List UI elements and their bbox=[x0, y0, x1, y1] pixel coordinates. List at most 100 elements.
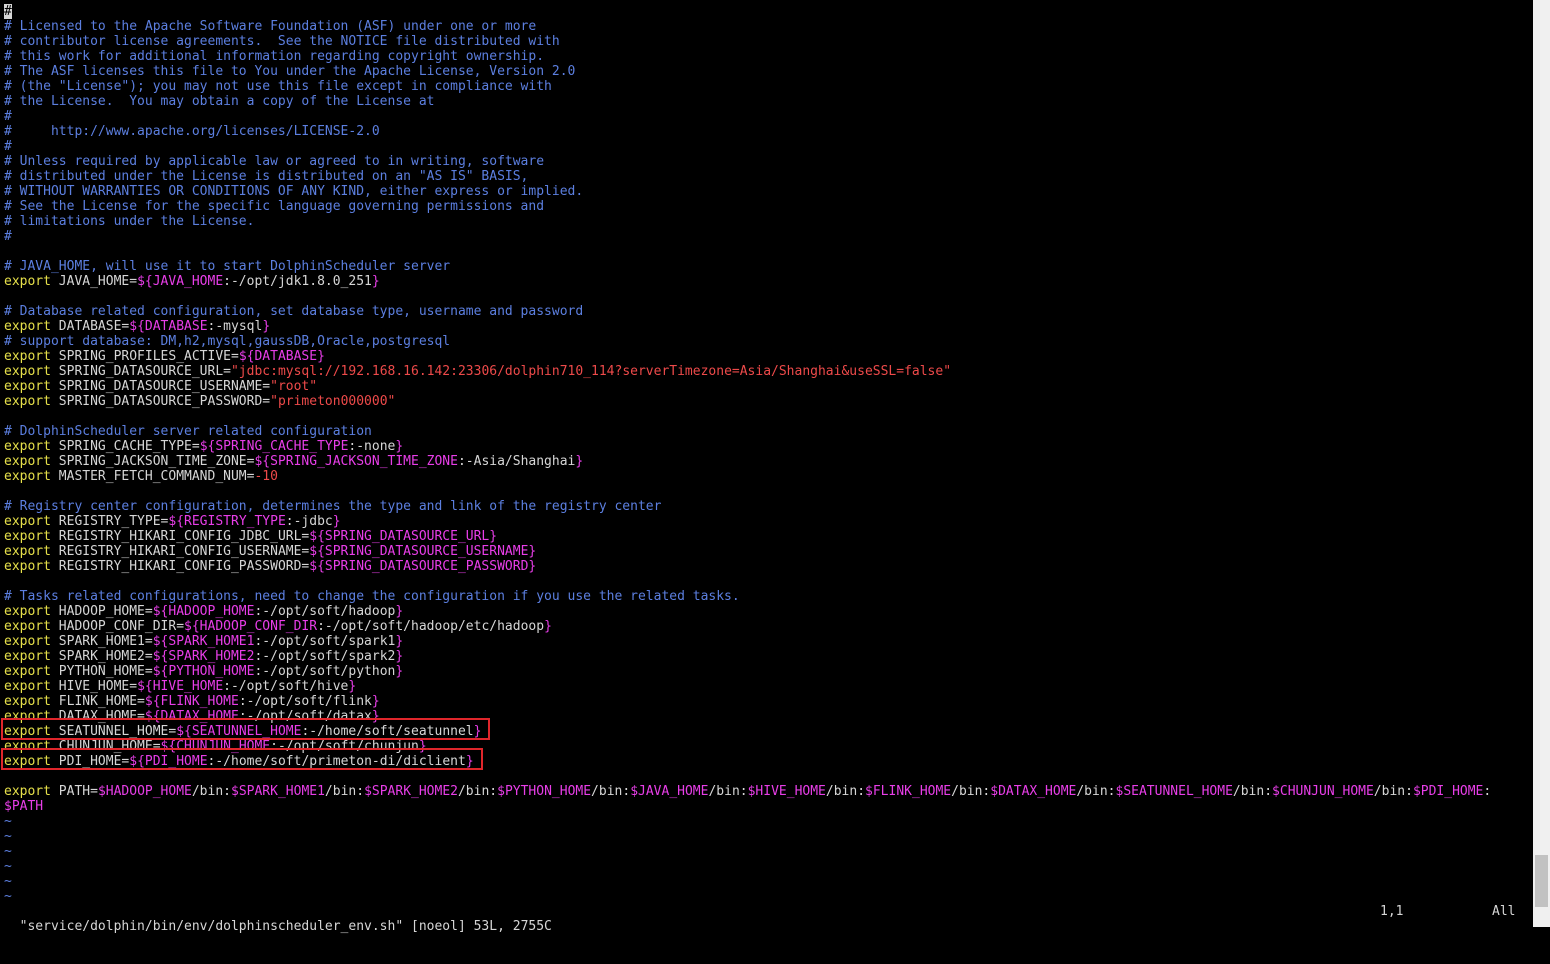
code-token-kw: export bbox=[4, 349, 51, 364]
status-cursor-position: 1,1 bbox=[1380, 904, 1404, 919]
scrollbar-thumb[interactable] bbox=[1535, 855, 1548, 907]
code-token-kw: export bbox=[4, 649, 51, 664]
code-line: # JAVA_HOME, will use it to start Dolphi… bbox=[4, 259, 1530, 274]
code-token-var: ${SPRING_DATASOURCE_PASSWORD} bbox=[309, 559, 537, 574]
code-line: # DolphinScheduler server related config… bbox=[4, 424, 1530, 439]
code-token-var: ${SPRING_DATASOURCE_URL} bbox=[309, 529, 498, 544]
code-token-str: "jdbc:mysql://192.168.16.142:23306/dolph… bbox=[230, 364, 952, 379]
code-token-var: $SPARK_HOME2 bbox=[364, 784, 458, 799]
code-line: export DATABASE=${DATABASE:-mysql} bbox=[4, 319, 1530, 334]
code-token-comment: # Database related configuration, set da… bbox=[4, 304, 584, 319]
code-line: export SPARK_HOME1=${SPARK_HOME1:-/opt/s… bbox=[4, 634, 1530, 649]
code-token-kw: export bbox=[4, 364, 51, 379]
code-token-text: :-/opt/soft/chunjun bbox=[270, 739, 419, 754]
code-token-kw: export bbox=[4, 469, 51, 484]
code-token-kw: export bbox=[4, 739, 51, 754]
code-line: export HIVE_HOME=${HIVE_HOME:-/opt/soft/… bbox=[4, 679, 1530, 694]
code-token-text: :-mysql bbox=[207, 319, 263, 334]
code-token-var: } bbox=[544, 619, 552, 634]
code-line: export MASTER_FETCH_COMMAND_NUM=-10 bbox=[4, 469, 1530, 484]
code-line: # Database related configuration, set da… bbox=[4, 304, 1530, 319]
code-token-kw: export bbox=[4, 454, 51, 469]
code-token-text: :-/opt/jdk1.8.0_251 bbox=[223, 274, 372, 289]
code-token-text: SEATUNNEL_HOME= bbox=[50, 724, 177, 739]
code-token-text: REGISTRY_TYPE= bbox=[50, 514, 169, 529]
empty-buffer-line: ~ bbox=[4, 844, 1530, 859]
code-token-kw: export bbox=[4, 274, 51, 289]
code-token-var: } bbox=[332, 514, 341, 529]
code-token-var: $HADOOP_HOME bbox=[97, 784, 192, 799]
code-token-var: ${REGISTRY_TYPE bbox=[168, 514, 286, 529]
code-token-text: REGISTRY_HIKARI_CONFIG_USERNAME= bbox=[50, 544, 310, 559]
code-token-var: } bbox=[371, 709, 380, 724]
code-token-text: /bin: bbox=[324, 784, 365, 799]
code-token-text: :-/opt/soft/spark1 bbox=[254, 634, 396, 649]
code-token-text: SPRING_DATASOURCE_PASSWORD= bbox=[50, 394, 271, 409]
code-token-var: ${FLINK_HOME bbox=[144, 694, 239, 709]
code-token-kw: export bbox=[4, 439, 51, 454]
empty-buffer-line: ~ bbox=[4, 814, 1530, 829]
code-token-var: } bbox=[395, 649, 404, 664]
code-token-var: } bbox=[371, 694, 380, 709]
code-token-var: } bbox=[262, 319, 271, 334]
code-token-var: ${CHUNJUN_HOME bbox=[160, 739, 271, 754]
code-token-kw: export bbox=[4, 724, 51, 739]
code-token-text: /bin: bbox=[457, 784, 498, 799]
code-token-text: PYTHON_HOME= bbox=[50, 664, 153, 679]
code-token-var: ${PDI_HOME bbox=[129, 754, 208, 769]
code-line: export PATH=$HADOOP_HOME/bin:$SPARK_HOME… bbox=[4, 784, 1530, 799]
code-line: export SPRING_DATASOURCE_URL="jdbc:mysql… bbox=[4, 364, 1530, 379]
code-line: export FLINK_HOME=${FLINK_HOME:-/opt/sof… bbox=[4, 694, 1530, 709]
code-line: # (the "License"); you may not use this … bbox=[4, 79, 1530, 94]
code-line: # WITHOUT WARRANTIES OR CONDITIONS OF AN… bbox=[4, 184, 1530, 199]
code-token-var: $SPARK_HOME1 bbox=[231, 784, 325, 799]
code-token-comment: # bbox=[4, 139, 12, 154]
code-token-var: ${SPARK_HOME2 bbox=[152, 649, 255, 664]
code-token-text: CHUNJUN_HOME= bbox=[50, 739, 161, 754]
code-token-text: /bin: bbox=[825, 784, 866, 799]
code-token-text: :-/opt/soft/hive bbox=[223, 679, 349, 694]
code-token-text: /bin: bbox=[591, 784, 631, 799]
code-token-text: :-/opt/soft/datax bbox=[238, 709, 372, 724]
code-line: export CHUNJUN_HOME=${CHUNJUN_HOME:-/opt… bbox=[4, 739, 1530, 754]
vertical-scrollbar[interactable] bbox=[1533, 0, 1550, 927]
code-token-kw: export bbox=[4, 664, 51, 679]
code-token-comment: # Unless required by applicable law or a… bbox=[4, 154, 545, 169]
code-token-comment: # this work for additional information r… bbox=[4, 49, 545, 64]
code-token-var: } bbox=[418, 739, 427, 754]
empty-buffer-line: ~ bbox=[4, 859, 1530, 874]
code-token-text: /bin: bbox=[951, 784, 991, 799]
code-line: export REGISTRY_HIKARI_CONFIG_JDBC_URL=$… bbox=[4, 529, 1530, 544]
code-token-text: /bin: bbox=[1373, 784, 1413, 799]
code-token-kw: export bbox=[4, 559, 51, 574]
code-token-text: SPRING_DATASOURCE_USERNAME= bbox=[50, 379, 271, 394]
code-token-var: ${PYTHON_HOME bbox=[152, 664, 255, 679]
code-token-text: : bbox=[1483, 784, 1492, 799]
code-token-var: $FLINK_HOME bbox=[865, 784, 952, 799]
code-line: # bbox=[4, 139, 1530, 154]
code-token-text: :-/opt/soft/hadoop bbox=[254, 604, 396, 619]
code-token-kw: export bbox=[4, 784, 51, 799]
code-token-text: /bin: bbox=[191, 784, 231, 799]
code-token-var: ${DATAX_HOME bbox=[144, 709, 239, 724]
code-token-text: SPRING_PROFILES_ACTIVE= bbox=[50, 349, 239, 364]
code-token-text: :-/home/soft/seatunnel bbox=[301, 724, 474, 739]
code-token-text: :-/opt/soft/flink bbox=[238, 694, 372, 709]
code-line: export SPARK_HOME2=${SPARK_HOME2:-/opt/s… bbox=[4, 649, 1530, 664]
code-token-var: $PDI_HOME bbox=[1412, 784, 1484, 799]
code-line: export REGISTRY_HIKARI_CONFIG_USERNAME=$… bbox=[4, 544, 1530, 559]
code-token-comment: # contributor license agreements. See th… bbox=[4, 34, 560, 49]
code-token-var: } bbox=[348, 679, 357, 694]
code-line: # bbox=[4, 4, 1530, 19]
code-token-text: PATH= bbox=[50, 784, 98, 799]
code-token-var: ${DATABASE} bbox=[238, 349, 325, 364]
code-token-kw: export bbox=[4, 319, 51, 334]
code-line: # Unless required by applicable law or a… bbox=[4, 154, 1530, 169]
code-line: $PATH bbox=[4, 799, 1530, 814]
code-token-comment: # Licensed to the Apache Software Founda… bbox=[4, 19, 537, 34]
vim-editor-buffer[interactable]: # # Licensed to the Apache Software Found… bbox=[1, 4, 1530, 904]
